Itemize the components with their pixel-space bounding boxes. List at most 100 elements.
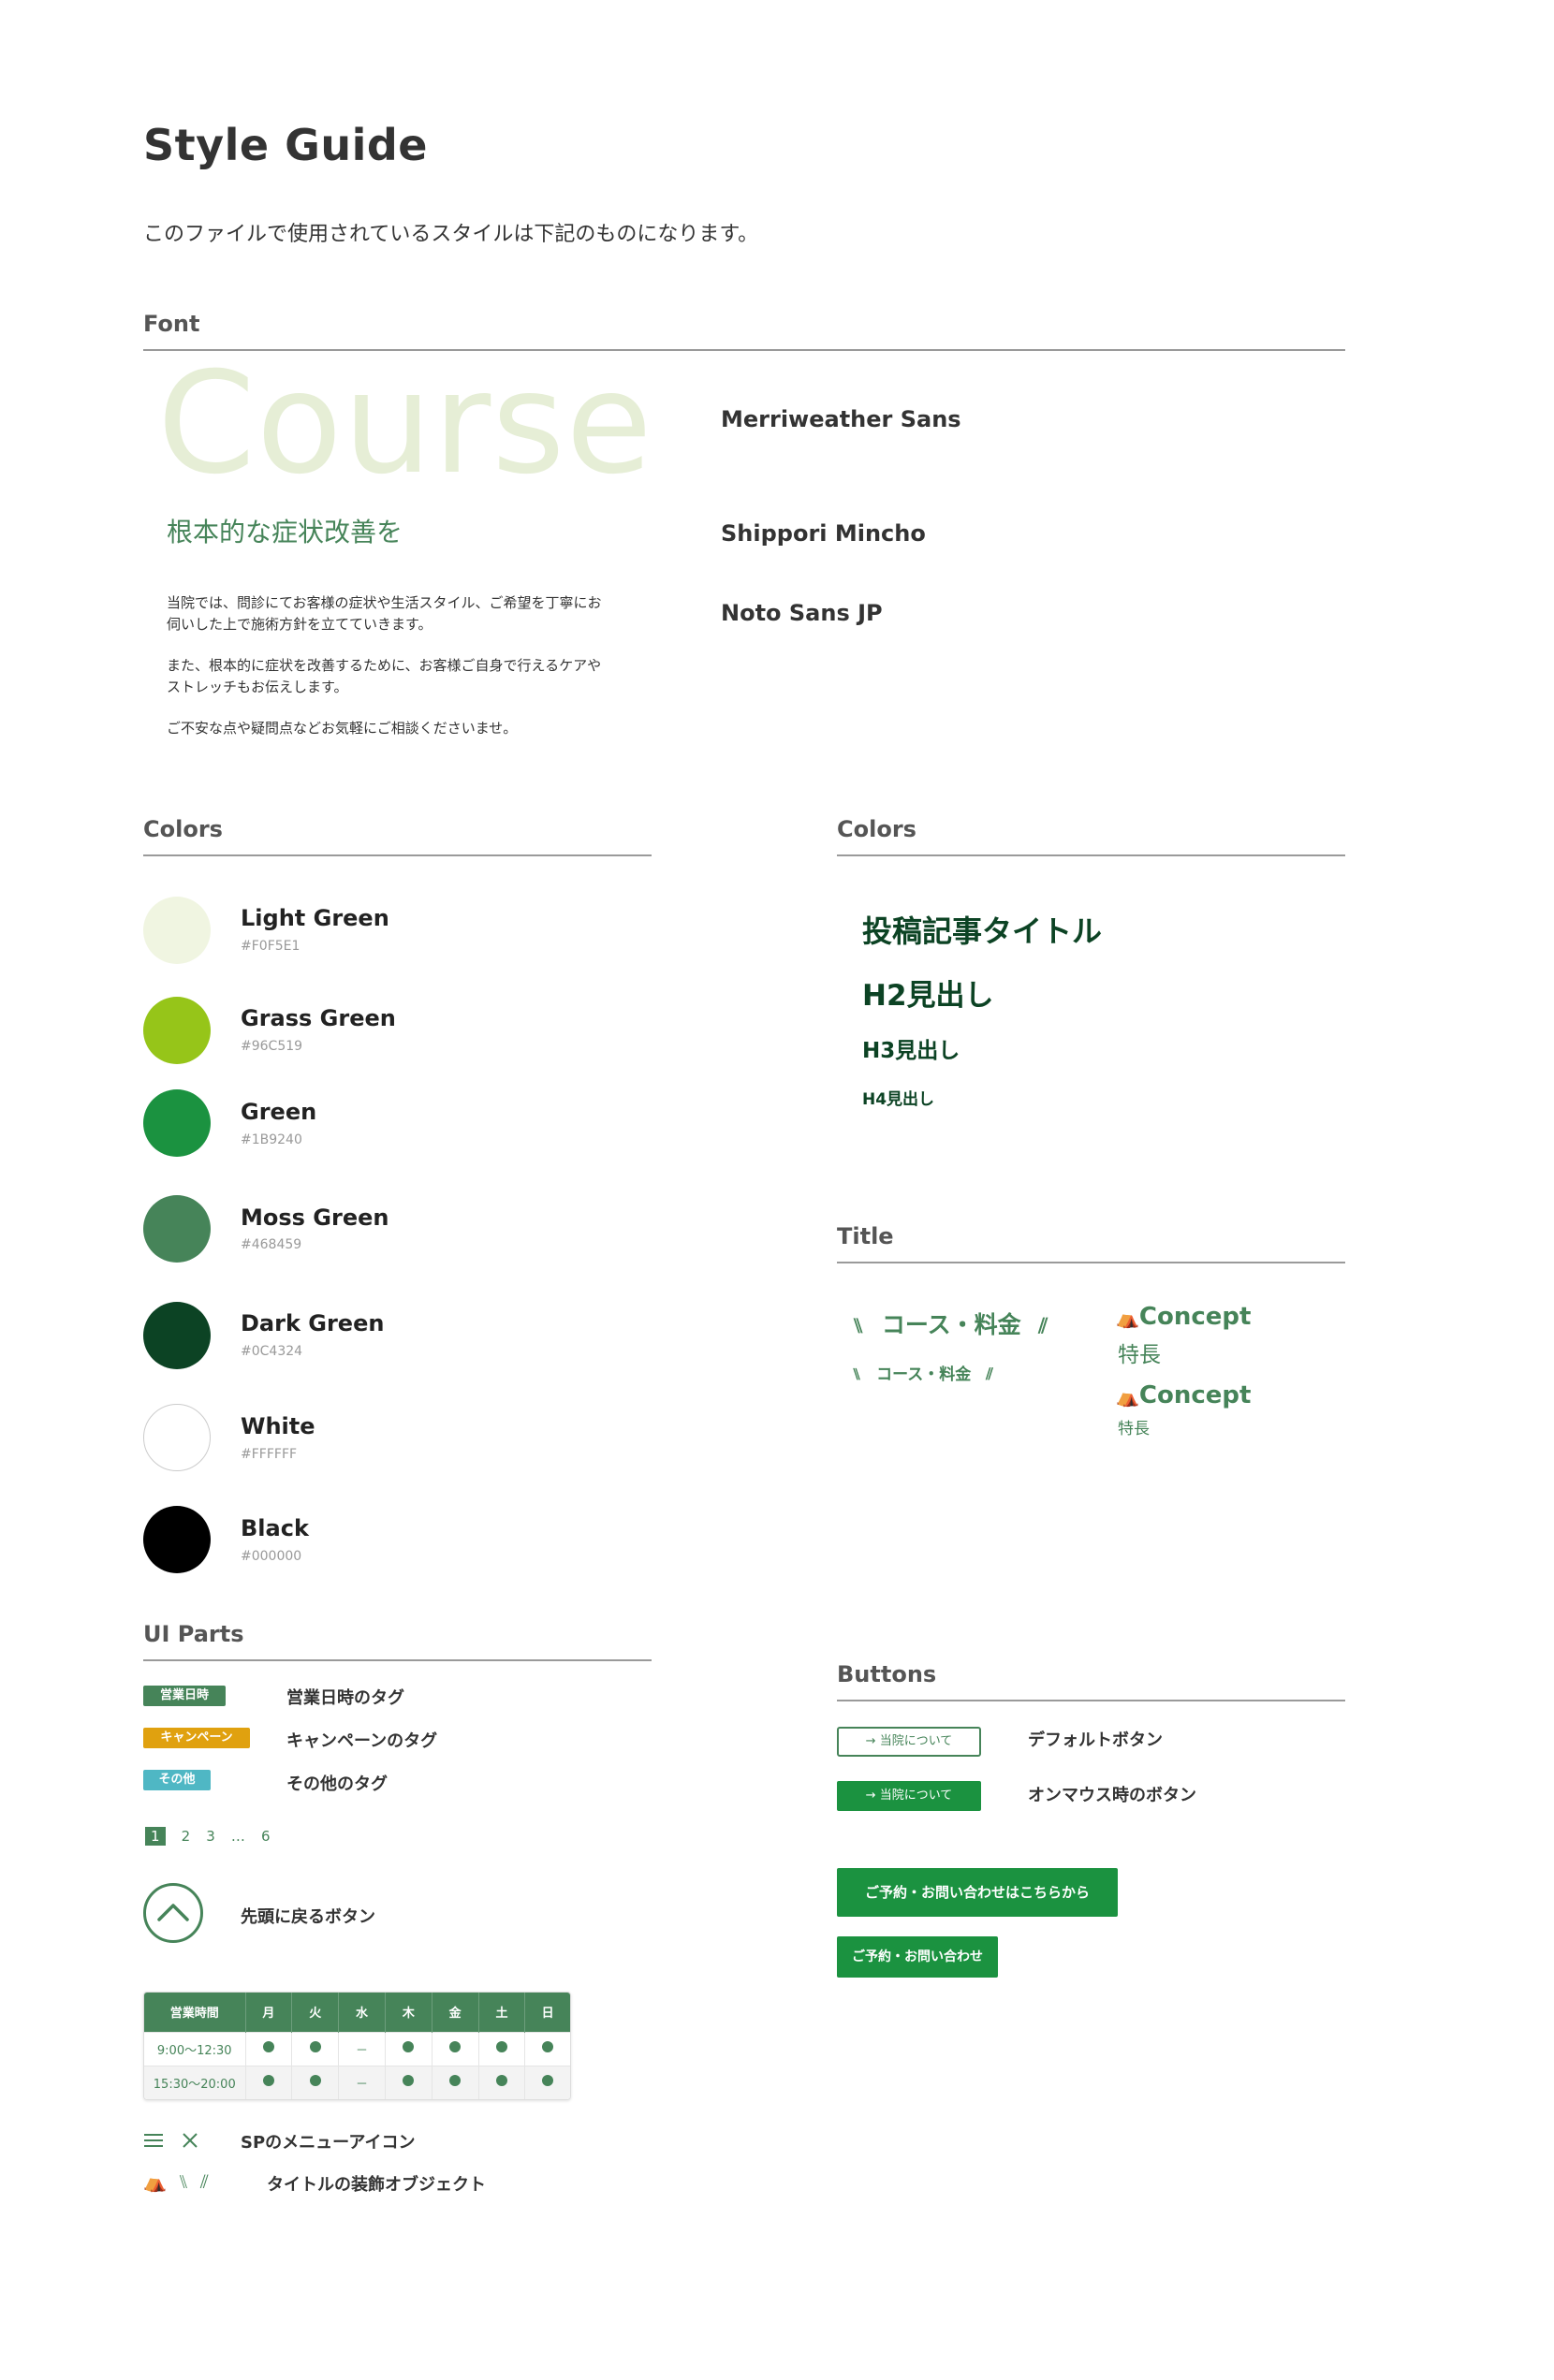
pagination: 1 2 3 … 6 xyxy=(145,1827,282,1846)
closed-cell: － xyxy=(338,2031,386,2066)
title-section-title: Title xyxy=(837,1223,894,1249)
page-2-link[interactable]: 2 xyxy=(182,1828,191,1845)
chevron-up-icon xyxy=(157,1904,189,1921)
day-header: 月 xyxy=(245,1993,293,2032)
page-ellipsis: … xyxy=(230,1828,245,1845)
font-name-shippori: Shippori Mincho xyxy=(721,520,926,547)
concept-ja-small: 特長 xyxy=(1118,1420,1150,1438)
buttons-section-divider xyxy=(837,1700,1345,1701)
back-to-top-button[interactable] xyxy=(143,1883,203,1943)
close-menu-icon[interactable] xyxy=(182,2132,198,2153)
sample-paragraph-line: ストレッチもお伝えします。 xyxy=(167,679,348,695)
day-header: 火 xyxy=(291,1993,340,2032)
page-3-link[interactable]: 3 xyxy=(206,1828,215,1845)
concept-title-small: ⛺Concept xyxy=(1116,1381,1251,1409)
ui-parts-divider xyxy=(143,1659,652,1661)
swatch-green xyxy=(143,1089,211,1157)
reclining-figure-icon: ⛺ xyxy=(1116,1385,1139,1408)
tag-description: 営業日時のタグ xyxy=(286,1688,404,1708)
h2-sample: H2見出し xyxy=(862,979,994,1013)
font-section-title: Font xyxy=(143,311,200,337)
open-cell xyxy=(432,2065,479,2099)
page-title: Style Guide xyxy=(143,120,428,170)
typography-section-divider xyxy=(837,854,1345,856)
swatch-name: Black xyxy=(241,1515,309,1541)
swatch-hex: #0C4324 xyxy=(241,1344,303,1359)
ui-parts-section-title: UI Parts xyxy=(143,1621,244,1647)
concept-en-text: Concept xyxy=(1138,1381,1252,1409)
open-dot xyxy=(309,2075,321,2087)
open-cell xyxy=(245,2065,293,2099)
swatch-name: Grass Green xyxy=(241,1005,396,1031)
swatch-white xyxy=(143,1404,211,1471)
open-dot xyxy=(542,2041,554,2052)
swatch-hex: #96C519 xyxy=(241,1039,303,1054)
back-to-top-label: 先頭に戻るボタン xyxy=(241,1907,375,1927)
open-cell xyxy=(291,2065,340,2099)
sp-menu-label: SPのメニューアイコン xyxy=(241,2133,416,2153)
open-dot xyxy=(262,2041,274,2052)
time-cell: 15:30〜20:00 xyxy=(144,2065,246,2099)
slash-right-icon: ⫽ xyxy=(986,1365,993,1384)
course-title-large-text: コース・料金 xyxy=(881,1311,1021,1338)
font-name-noto: Noto Sans JP xyxy=(721,600,883,626)
sample-course-word: Course xyxy=(157,343,653,505)
swatch-dark-green xyxy=(143,1302,211,1369)
open-dot xyxy=(495,2041,507,2052)
open-dot xyxy=(495,2075,507,2087)
open-cell xyxy=(478,2031,526,2066)
time-cell: 9:00〜12:30 xyxy=(144,2031,246,2066)
open-cell xyxy=(524,2065,570,2099)
sample-paragraph-line: また、根本的に症状を改善するために、お客様ご自身で行えるケアや xyxy=(167,657,602,674)
open-dot xyxy=(449,2041,462,2052)
hamburger-menu-icon[interactable] xyxy=(143,2132,164,2153)
swatch-hex: #1B9240 xyxy=(241,1132,302,1147)
day-header: 土 xyxy=(478,1993,526,2032)
swatch-hex: #468459 xyxy=(241,1237,302,1252)
slash-right-icon: ⫽ xyxy=(199,2170,209,2193)
slash-left-icon: ⑊ xyxy=(852,1365,862,1384)
slash-left-icon: ⑊ xyxy=(852,1315,865,1338)
swatch-hex: #FFFFFF xyxy=(241,1447,298,1462)
open-dot xyxy=(403,2041,415,2052)
slash-right-icon: ⫽ xyxy=(1038,1315,1048,1338)
hover-button-desc: オンマウス時のボタン xyxy=(1028,1786,1196,1805)
swatch-name: Moss Green xyxy=(241,1205,389,1231)
reservation-cta-large[interactable]: ご予約・お問い合わせはこちらから xyxy=(837,1868,1118,1917)
closed-cell: － xyxy=(338,2065,386,2099)
colors-section-divider xyxy=(143,854,652,856)
page-1-link[interactable]: 1 xyxy=(145,1827,166,1846)
h3-sample: H3見出し xyxy=(862,1039,960,1063)
open-dot xyxy=(309,2041,321,2052)
other-tag: その他 xyxy=(143,1770,211,1790)
hours-header: 営業時間 xyxy=(144,1993,246,2032)
day-header: 水 xyxy=(338,1993,386,2032)
title-deco-objects: ⛺ ⑊ ⫽ xyxy=(143,2170,209,2193)
about-clinic-button-hover[interactable]: → 当院について xyxy=(837,1781,981,1811)
day-header: 木 xyxy=(385,1993,432,2032)
concept-ja-large: 特長 xyxy=(1118,1343,1161,1367)
open-cell xyxy=(245,2031,293,2066)
open-dot xyxy=(262,2075,274,2087)
buttons-section-title: Buttons xyxy=(837,1661,937,1687)
typography-section-title: Colors xyxy=(837,816,916,842)
deco-label: タイトルの装飾オブジェクト xyxy=(267,2175,486,2195)
course-title-large: ⑊ コース・料金 ⫽ xyxy=(852,1307,1048,1340)
title-section-divider xyxy=(837,1262,1345,1263)
h4-sample: H4見出し xyxy=(862,1090,935,1109)
open-cell xyxy=(524,2031,570,2066)
page-description: このファイルで使用されているスタイルは下記のものになります。 xyxy=(143,223,759,246)
open-dot xyxy=(449,2075,462,2087)
swatch-name: White xyxy=(241,1413,315,1439)
course-title-small-text: コース・料金 xyxy=(876,1365,972,1384)
colors-section-title: Colors xyxy=(143,816,223,842)
swatch-hex: #F0F5E1 xyxy=(241,939,301,954)
page-6-link[interactable]: 6 xyxy=(261,1828,271,1845)
swatch-moss-green xyxy=(143,1195,211,1263)
open-dot xyxy=(542,2075,554,2087)
reservation-cta-small[interactable]: ご予約・お問い合わせ xyxy=(837,1936,998,1978)
open-cell xyxy=(478,2065,526,2099)
about-clinic-button-default[interactable]: → 当院について xyxy=(837,1727,981,1757)
sample-mincho-heading: 根本的な症状改善を xyxy=(167,517,403,548)
default-button-desc: デフォルトボタン xyxy=(1028,1730,1163,1750)
